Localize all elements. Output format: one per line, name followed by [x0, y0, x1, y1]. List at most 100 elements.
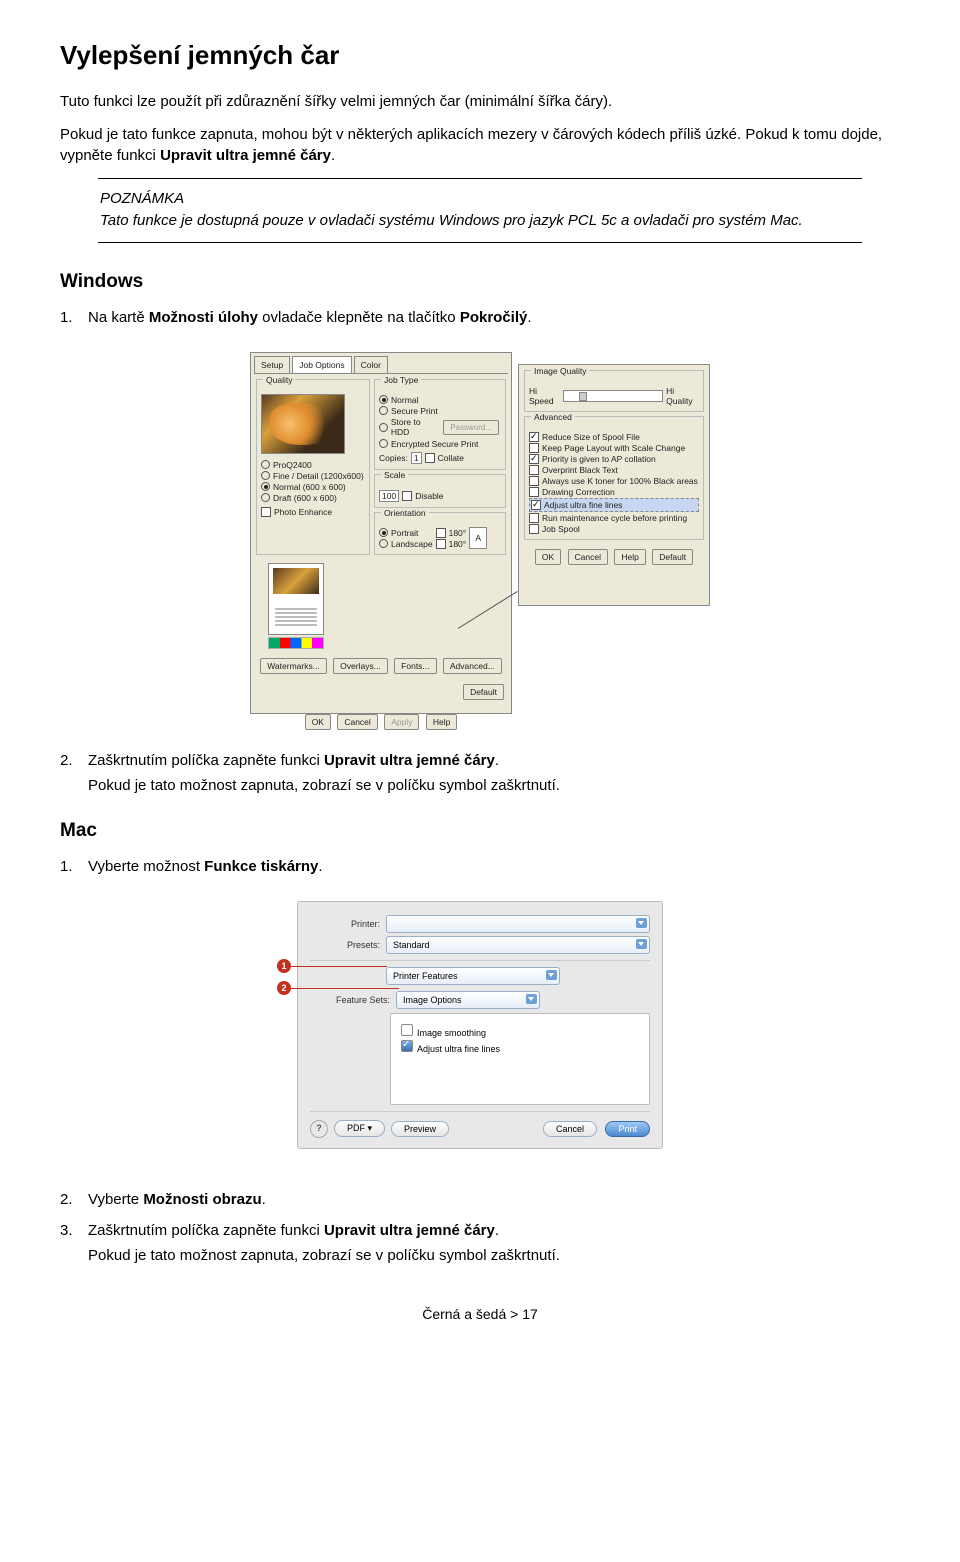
- printer-popup[interactable]: [386, 915, 650, 933]
- cancel-button[interactable]: Cancel: [337, 714, 377, 730]
- label-presets: Presets:: [310, 940, 386, 950]
- chk-photo-enhance[interactable]: [261, 507, 271, 517]
- step-body: Zaškrtnutím políčka zapněte funkci Uprav…: [88, 1220, 900, 1266]
- watermarks-button[interactable]: Watermarks...: [260, 658, 327, 674]
- mac-cancel-button[interactable]: Cancel: [543, 1121, 597, 1137]
- password-button[interactable]: Password...: [443, 420, 499, 435]
- callout-line-1: [291, 966, 387, 967]
- apply-button[interactable]: Apply: [384, 714, 419, 730]
- fonts-button[interactable]: Fonts...: [394, 658, 436, 674]
- win-job-options-dialog: Setup Job Options Color Quality ProQ2400…: [250, 352, 512, 714]
- mac-print-button[interactable]: Print: [605, 1121, 650, 1137]
- radio-draft[interactable]: [261, 493, 270, 502]
- orient-title: Orientation: [381, 508, 429, 518]
- radio-jt-normal[interactable]: [379, 395, 388, 404]
- mac-steps-2: 2. Vyberte Možnosti obrazu. 3. Zaškrtnut…: [60, 1189, 900, 1266]
- step-number: 1.: [60, 307, 88, 328]
- step-number: 1.: [60, 856, 88, 877]
- advanced-button[interactable]: Advanced...: [443, 658, 502, 674]
- tab-color[interactable]: Color: [354, 356, 388, 373]
- chk-scale-disable[interactable]: [402, 491, 412, 501]
- step-body: Vyberte možnost Funkce tiskárny.: [88, 856, 900, 877]
- intro-paragraph: Tuto funkci lze použít při zdůraznění ší…: [60, 91, 900, 112]
- mac-options-panel: Image smoothing Adjust ultra fine lines: [390, 1013, 650, 1105]
- step-body: Zaškrtnutím políčka zapněte funkci Uprav…: [88, 750, 900, 796]
- jobtype-title: Job Type: [381, 375, 421, 385]
- adv-advanced-title: Advanced: [531, 412, 575, 422]
- chk-keep[interactable]: [529, 443, 539, 453]
- radio-normal[interactable]: [261, 482, 270, 491]
- mac-print-dialog: Printer: Presets: Standard Printer Featu…: [297, 901, 663, 1149]
- step-number: 2.: [60, 1189, 88, 1210]
- step-number: 3.: [60, 1220, 88, 1266]
- callout-line-2: [291, 988, 399, 989]
- windows-screenshot: Setup Job Options Color Quality ProQ2400…: [60, 352, 900, 714]
- step-body: Vyberte Možnosti obrazu.: [88, 1189, 900, 1210]
- tab-job-options[interactable]: Job Options: [292, 356, 351, 373]
- quality-title: Quality: [263, 375, 295, 385]
- radio-jt-store[interactable]: [379, 423, 388, 432]
- feature-name-bold: Upravit ultra jemné čáry: [160, 147, 331, 164]
- windows-heading: Windows: [60, 271, 900, 293]
- windows-steps-2: 2. Zaškrtnutím políčka zapněte funkci Up…: [60, 750, 900, 796]
- radio-jt-secure[interactable]: [379, 406, 388, 415]
- radio-landscape[interactable]: [379, 539, 388, 548]
- label-printer: Printer:: [310, 919, 386, 929]
- tab-setup[interactable]: Setup: [254, 356, 290, 373]
- section-popup[interactable]: Printer Features: [386, 967, 560, 985]
- win-advanced-dialog: Image Quality Hi Speed Hi Quality Advanc…: [518, 364, 710, 606]
- chk-reduce[interactable]: [529, 432, 539, 442]
- step-number: 2.: [60, 750, 88, 796]
- page-preview: [268, 563, 324, 635]
- presets-popup[interactable]: Standard: [386, 936, 650, 954]
- orient-preview: A: [469, 527, 487, 549]
- windows-steps: 1. Na kartě Možnosti úlohy ovladače klep…: [60, 307, 900, 328]
- radio-jt-encrypted[interactable]: [379, 439, 388, 448]
- label-feature-sets: Feature Sets:: [310, 995, 396, 1005]
- chk-180a[interactable]: [436, 528, 446, 538]
- mac-heading: Mac: [60, 820, 900, 842]
- scale-title: Scale: [381, 470, 408, 480]
- radio-proq[interactable]: [261, 460, 270, 469]
- pdf-button[interactable]: PDF ▾: [334, 1120, 385, 1137]
- adv-help-button[interactable]: Help: [614, 549, 645, 565]
- default-button[interactable]: Default: [463, 684, 504, 700]
- adv-ok-button[interactable]: OK: [535, 549, 561, 565]
- overlays-button[interactable]: Overlays...: [333, 658, 388, 674]
- note-title: POZNÁMKA: [100, 189, 860, 209]
- step-body: Na kartě Možnosti úlohy ovladače klepnět…: [88, 307, 900, 328]
- radio-fine[interactable]: [261, 471, 270, 480]
- page-title: Vylepšení jemných čar: [60, 40, 900, 71]
- callout-badge-2: 2: [277, 981, 291, 995]
- help-icon[interactable]: ?: [310, 1120, 328, 1138]
- chk-180b[interactable]: [436, 539, 446, 549]
- copies-input[interactable]: 1: [411, 452, 422, 464]
- preview-thumbnail: [261, 394, 345, 454]
- feature-sets-popup[interactable]: Image Options: [396, 991, 540, 1009]
- chk-drawing[interactable]: [529, 487, 539, 497]
- chk-jobspool[interactable]: [529, 524, 539, 534]
- chk-mac-adjust-ultra-fine[interactable]: [401, 1040, 413, 1052]
- adv-cancel-button[interactable]: Cancel: [568, 549, 608, 565]
- callout-badge-1: 1: [277, 959, 291, 973]
- help-button[interactable]: Help: [426, 714, 457, 730]
- mac-steps: 1. Vyberte možnost Funkce tiskárny.: [60, 856, 900, 877]
- chk-image-smoothing[interactable]: [401, 1024, 413, 1036]
- scale-input[interactable]: 100: [379, 490, 399, 502]
- intro-paragraph-2: Pokud je tato funkce zapnuta, mohou být …: [60, 124, 900, 166]
- preview-button[interactable]: Preview: [391, 1121, 449, 1137]
- mac-screenshot: Printer: Presets: Standard Printer Featu…: [60, 901, 900, 1149]
- chk-collate[interactable]: [425, 453, 435, 463]
- adv-iq-title: Image Quality: [531, 366, 589, 376]
- chk-ktoner[interactable]: [529, 476, 539, 486]
- adv-default-button[interactable]: Default: [652, 549, 693, 565]
- chk-overprint[interactable]: [529, 465, 539, 475]
- text: .: [331, 147, 335, 164]
- chk-maint[interactable]: [529, 513, 539, 523]
- chk-adjust-ultra-fine[interactable]: [531, 500, 541, 510]
- quality-slider[interactable]: [563, 390, 663, 402]
- page-footer: Černá a šedá > 17: [60, 1306, 900, 1322]
- radio-portrait[interactable]: [379, 528, 388, 537]
- ok-button[interactable]: OK: [305, 714, 331, 730]
- chk-priority[interactable]: [529, 454, 539, 464]
